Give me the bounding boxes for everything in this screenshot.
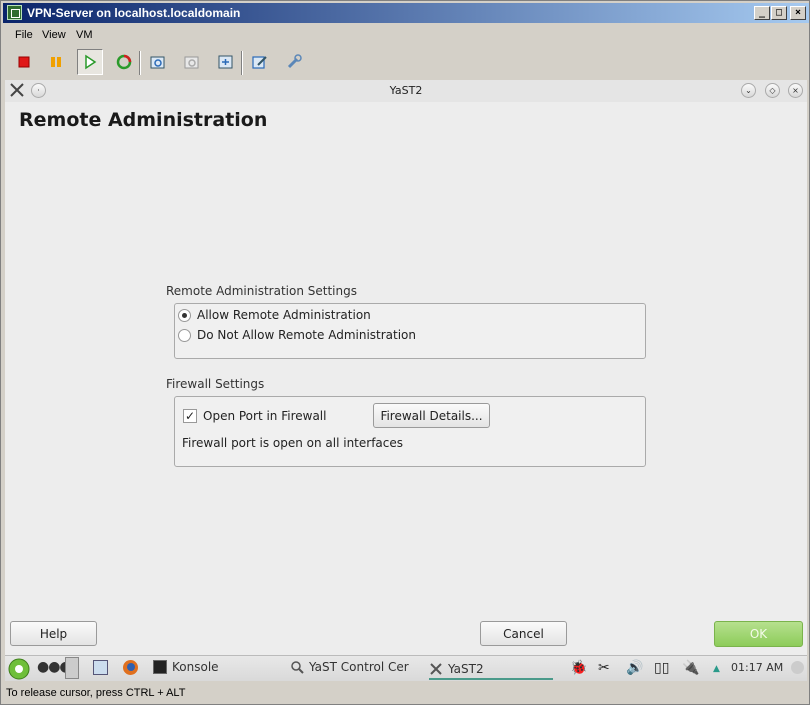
cancel-button[interactable]: Cancel [480, 621, 567, 646]
snapshot-button[interactable] [145, 49, 171, 75]
open-port-label[interactable]: Open Port in Firewall [203, 409, 326, 423]
menu-view[interactable]: View [42, 29, 66, 41]
close-button[interactable]: × [790, 6, 806, 20]
reset-button[interactable] [111, 49, 137, 75]
pause-icon [51, 57, 61, 67]
task-yast-control-center[interactable]: YaST Control Cer [290, 660, 413, 674]
edit-settings-button[interactable] [247, 49, 273, 75]
firewall-details-button[interactable]: Firewall Details... [373, 403, 490, 428]
yast-window-title: YaST2 [389, 84, 423, 97]
ok-button[interactable]: OK [714, 621, 803, 647]
help-button[interactable]: Help [10, 621, 97, 646]
radio-unselected-icon[interactable] [178, 328, 191, 342]
clock[interactable]: 01:17 AM [731, 661, 783, 674]
maximize-button[interactable]: □ [771, 6, 787, 20]
remote-settings-group: Allow Remote Administration Do Not Allow… [174, 303, 646, 359]
status-bar-text: To release cursor, press CTRL + ALT [6, 687, 186, 699]
pager-widget-icon[interactable] [65, 657, 79, 679]
task-yast2[interactable]: YaST2 [429, 660, 553, 680]
toolbar [3, 47, 809, 79]
task-yast2-label: YaST2 [448, 662, 484, 676]
file-manager-icon[interactable] [93, 660, 108, 675]
task-konsole[interactable]: Konsole [153, 660, 219, 674]
page-title: Remote Administration [19, 109, 268, 131]
tray-expand-icon[interactable]: ▲ [713, 664, 720, 674]
network-disconnected-icon[interactable]: 🔌 [682, 660, 699, 676]
window-titlebar[interactable]: VPN-Server on localhost.localdomain _ □ … [3, 3, 809, 23]
remote-settings-label: Remote Administration Settings [166, 284, 357, 298]
stop-icon [18, 56, 30, 68]
tools-button[interactable] [281, 49, 307, 75]
magnifier-icon [290, 660, 304, 674]
vm-window: VPN-Server on localhost.localdomain _ □ … [0, 0, 810, 705]
firewall-settings-label: Firewall Settings [166, 377, 265, 391]
radio-allow-remote[interactable]: Allow Remote Administration [178, 308, 371, 322]
play-button[interactable] [77, 49, 103, 75]
open-port-checkbox[interactable]: ✓ [183, 409, 197, 423]
chevron-down-icon[interactable]: ⌄ [741, 83, 756, 98]
snapshot-manager-icon [218, 55, 233, 69]
yast-tray-icon[interactable]: ✂ [598, 660, 610, 676]
menu-file[interactable]: File [15, 29, 33, 41]
show-desktop-icon[interactable] [791, 661, 804, 674]
tools-icon [287, 54, 302, 69]
firewall-settings-group: ✓ Open Port in Firewall Firewall Details… [174, 396, 646, 467]
menu-vm[interactable]: VM [76, 29, 93, 41]
terminal-icon [153, 660, 167, 674]
minimize-button[interactable]: _ [754, 6, 770, 20]
yast-titlebar[interactable]: · YaST2 ⌄ ◇ × [5, 80, 807, 102]
radio-selected-icon[interactable] [178, 308, 191, 322]
radio-deny-label: Do Not Allow Remote Administration [197, 328, 417, 342]
close-x-icon[interactable]: × [788, 83, 803, 98]
revert-snapshot-button[interactable] [179, 49, 205, 75]
firewall-status-text: Firewall port is open on all interfaces [182, 436, 404, 450]
revert-snapshot-icon [184, 56, 199, 69]
play-icon [85, 54, 97, 70]
task-konsole-label: Konsole [172, 660, 219, 674]
volume-icon[interactable]: 🔊 [626, 660, 643, 676]
snapshot-icon [150, 56, 165, 69]
snapshot-manager-button[interactable] [213, 49, 239, 75]
device-icon[interactable]: ▯▯ [654, 660, 669, 676]
maximize-diamond-icon[interactable]: ◇ [765, 83, 780, 98]
taskbar: ●●● Konsole YaST Control Cer YaST2 🐞 ✂ 🔊… [5, 655, 807, 681]
stop-button[interactable] [11, 49, 37, 75]
window-title: VPN-Server on localhost.localdomain [27, 6, 241, 20]
yast-content: Remote Administration Remote Administrat… [5, 102, 807, 655]
yast-task-icon [429, 662, 443, 676]
task-yast-cc-label: YaST Control Cer [309, 660, 409, 674]
radio-deny-remote[interactable]: Do Not Allow Remote Administration [178, 328, 416, 342]
vmware-app-icon [7, 5, 22, 20]
bug-icon[interactable]: 🐞 [570, 660, 587, 676]
reset-icon [116, 54, 132, 70]
status-bar: To release cursor, press CTRL + ALT [3, 684, 809, 704]
kde-menu-icon[interactable] [8, 658, 30, 683]
pause-button[interactable] [43, 49, 69, 75]
radio-allow-label: Allow Remote Administration [197, 308, 371, 322]
firefox-icon[interactable] [122, 659, 139, 679]
edit-settings-icon [252, 56, 267, 69]
